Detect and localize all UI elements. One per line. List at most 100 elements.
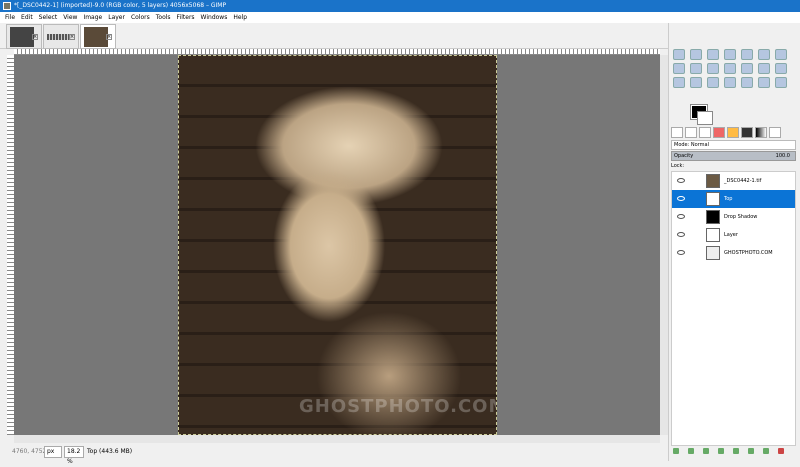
unit-select[interactable]: px — [44, 446, 62, 458]
tool-icon[interactable] — [758, 49, 770, 60]
tool-icon[interactable] — [724, 63, 736, 74]
tool-icon[interactable] — [724, 49, 736, 60]
tab-gradients[interactable] — [755, 127, 767, 138]
menu-view[interactable]: View — [63, 12, 77, 23]
menu-bar: File Edit Select View Image Layer Colors Tools F… — [0, 12, 800, 23]
image-tab-3-active[interactable]: × — [80, 24, 116, 49]
tool-icon[interactable] — [741, 63, 753, 74]
thumbnail — [47, 34, 71, 40]
eye-icon[interactable] — [677, 178, 685, 183]
canvas[interactable]: GHOSTPHOTO.COM — [14, 55, 660, 435]
pointer-coords: 4760, 4752 — [12, 448, 47, 455]
menu-help[interactable]: Help — [233, 12, 247, 23]
tool-icon[interactable] — [673, 77, 685, 88]
status-bar: 4760, 4752 px 18.2 % Top (443.6 MB) — [0, 443, 668, 465]
right-dock: Mode: Normal Opacity 100.0 Lock: _DSC0442… — [668, 23, 800, 461]
menu-layer[interactable]: Layer — [108, 12, 125, 23]
tool-icon[interactable] — [758, 77, 770, 88]
layer-name: Top — [724, 196, 733, 202]
close-icon[interactable]: × — [69, 34, 75, 40]
layer-name: Layer — [724, 232, 738, 238]
tool-icon[interactable] — [758, 63, 770, 74]
lock-label: Lock: — [671, 163, 685, 169]
duplicate-layer-button[interactable] — [733, 448, 739, 454]
opacity-value[interactable]: 100.0 — [776, 152, 790, 161]
tool-icon[interactable] — [673, 63, 685, 74]
tab-channels[interactable] — [685, 127, 697, 138]
layer-name: _DSC0442-1.tif — [724, 178, 762, 184]
dock-tabs — [671, 127, 781, 139]
tab-fonts[interactable] — [769, 127, 781, 138]
tool-icon[interactable] — [741, 77, 753, 88]
background-color[interactable] — [697, 111, 713, 125]
tool-icon[interactable] — [690, 77, 702, 88]
tab-paths[interactable] — [699, 127, 711, 138]
tool-icon[interactable] — [741, 49, 753, 60]
tool-icon[interactable] — [690, 49, 702, 60]
thumbnail — [84, 27, 108, 47]
delete-layer-button[interactable] — [778, 448, 784, 454]
tab-layers[interactable] — [671, 127, 683, 138]
layer-thumbnail — [706, 210, 720, 224]
menu-filters[interactable]: Filters — [177, 12, 195, 23]
close-icon[interactable]: × — [32, 34, 38, 40]
layer-row[interactable]: Top — [672, 190, 795, 208]
tool-icon[interactable] — [707, 63, 719, 74]
menu-select[interactable]: Select — [39, 12, 58, 23]
layer-name: Drop Shadow — [724, 214, 758, 220]
image-tab-2[interactable]: × — [43, 24, 79, 49]
lower-layer-button[interactable] — [718, 448, 724, 454]
layer-row[interactable]: Drop Shadow — [672, 208, 795, 226]
opacity-slider[interactable]: Opacity 100.0 — [671, 151, 796, 161]
image-tabs: × × × — [0, 23, 668, 49]
layer-thumbnail — [706, 228, 720, 242]
layer-row[interactable]: _DSC0442-1.tif — [672, 172, 795, 190]
eye-icon[interactable] — [677, 214, 685, 219]
new-layer-button[interactable] — [673, 448, 679, 454]
tool-icon[interactable] — [707, 49, 719, 60]
toolbox — [673, 49, 789, 88]
tab-brushes[interactable] — [727, 127, 739, 138]
layer-info: Top (443.6 MB) — [87, 448, 133, 455]
image-portrait[interactable]: GHOSTPHOTO.COM — [178, 55, 497, 435]
menu-image[interactable]: Image — [83, 12, 102, 23]
tab-patterns[interactable] — [741, 127, 753, 138]
vertical-ruler[interactable] — [7, 55, 14, 435]
eye-icon[interactable] — [677, 196, 685, 201]
layers-list: _DSC0442-1.tif Top Drop Shadow Layer GHOSTPH… — [671, 171, 796, 446]
tool-icon[interactable] — [724, 77, 736, 88]
tool-icon[interactable] — [690, 63, 702, 74]
menu-colors[interactable]: Colors — [131, 12, 150, 23]
menu-edit[interactable]: Edit — [21, 12, 33, 23]
gimp-icon — [3, 2, 11, 10]
raise-layer-button[interactable] — [703, 448, 709, 454]
layer-thumbnail — [706, 246, 720, 260]
watermark: GHOSTPHOTO.COM — [299, 396, 497, 417]
layer-row[interactable]: GHOSTPHOTO.COM — [672, 244, 795, 262]
mode-select[interactable]: Mode: Normal — [671, 140, 796, 150]
anchor-layer-button[interactable] — [748, 448, 754, 454]
tool-icon[interactable] — [775, 49, 787, 60]
vertical-scrollbar[interactable] — [660, 55, 668, 435]
tool-icon[interactable] — [775, 63, 787, 74]
zoom-select[interactable]: 18.2 % — [64, 446, 84, 465]
tool-icon[interactable] — [775, 77, 787, 88]
horizontal-scrollbar[interactable] — [14, 435, 660, 443]
menu-file[interactable]: File — [5, 12, 15, 23]
layer-thumbnail — [706, 192, 720, 206]
layer-buttons — [673, 448, 784, 454]
mask-button[interactable] — [763, 448, 769, 454]
tool-icon[interactable] — [707, 77, 719, 88]
menu-tools[interactable]: Tools — [156, 12, 171, 23]
eye-icon[interactable] — [677, 250, 685, 255]
window-title: *[_DSC0442-1] (imported)-9.0 (RGB color,… — [14, 2, 227, 9]
layer-row[interactable]: Layer — [672, 226, 795, 244]
layer-thumbnail — [706, 174, 720, 188]
tab-colors[interactable] — [713, 127, 725, 138]
close-icon[interactable]: × — [106, 34, 112, 40]
eye-icon[interactable] — [677, 232, 685, 237]
new-group-button[interactable] — [688, 448, 694, 454]
tool-icon[interactable] — [673, 49, 685, 60]
image-tab-1[interactable]: × — [6, 24, 42, 49]
menu-windows[interactable]: Windows — [201, 12, 228, 23]
